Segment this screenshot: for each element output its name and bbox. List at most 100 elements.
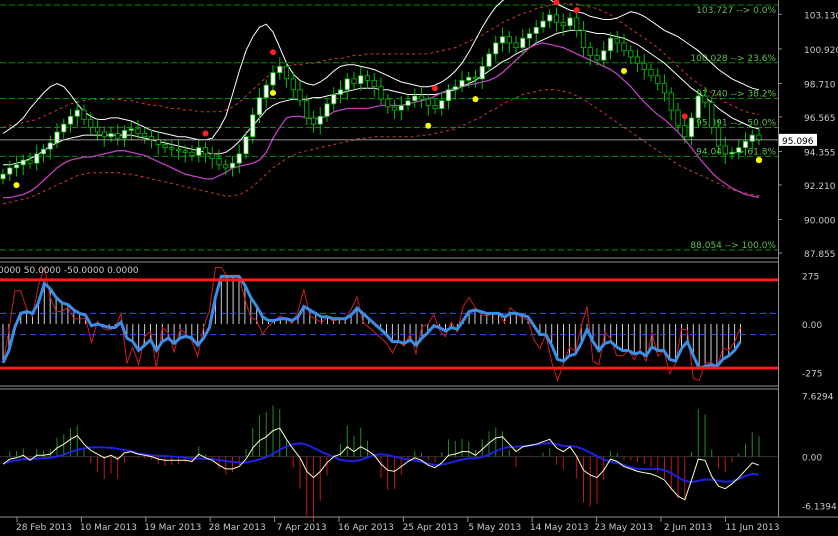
bull-candle: [452, 86, 458, 91]
fractal-down-marker: [621, 68, 627, 75]
bull-candle: [736, 147, 742, 153]
bull-candle: [20, 159, 26, 166]
fractal-up-marker: [202, 130, 209, 137]
bear-candle: [351, 78, 357, 84]
bull-candle: [13, 164, 20, 169]
time-axis-label: 28 Feb 2013: [16, 523, 72, 533]
bull-candle: [196, 147, 202, 156]
bull-candle: [0, 173, 6, 180]
bull-candle: [270, 72, 276, 86]
bull-candle: [742, 140, 749, 149]
bear-candle: [88, 119, 94, 128]
bear-candle: [661, 83, 668, 94]
bull-candle: [40, 148, 47, 155]
bull-candle: [749, 134, 755, 142]
bear-candle: [101, 131, 107, 138]
bull-candle: [236, 153, 242, 164]
cci-header: 0000 50.0000 -50.0000 0.0000: [0, 266, 139, 276]
bear-candle: [148, 136, 155, 141]
fractal-down-marker: [472, 96, 479, 103]
bull-candle: [358, 75, 364, 84]
bear-candle: [385, 98, 391, 108]
oscillator-axis-label: 0.00: [802, 454, 822, 464]
bull-candle: [486, 53, 492, 67]
time-axis-label: 10 Mar 2013: [80, 523, 137, 533]
bull-candle: [243, 136, 249, 155]
fractal-down-marker: [425, 122, 432, 129]
time-axis-label: 19 Mar 2013: [144, 523, 201, 533]
cci-axis-label: 275: [802, 272, 819, 282]
bull-candle: [317, 115, 323, 125]
bull-candle: [128, 128, 134, 131]
bull-candle: [324, 103, 330, 117]
bull-candle: [398, 105, 404, 111]
bull-candle: [74, 109, 80, 117]
bull-candle: [466, 76, 472, 81]
bull-candle: [67, 115, 74, 125]
bull-candle: [439, 100, 445, 109]
bear-candle: [27, 159, 33, 164]
time-axis-label: 11 Jun 2013: [725, 523, 779, 533]
fractal-down-marker: [270, 89, 276, 96]
bear-candle: [553, 14, 560, 24]
bull-candle: [277, 65, 283, 74]
bull-candle: [479, 65, 485, 80]
oscillator-axis-label: 7.6294: [802, 393, 834, 403]
fractal-down-marker: [13, 182, 20, 189]
bear-candle: [621, 42, 627, 52]
bear-candle: [216, 158, 222, 166]
bull-candle: [108, 133, 114, 138]
price-axis-label: 100.920: [804, 46, 838, 56]
bull-candle: [331, 94, 337, 105]
time-axis-label: 16 Apr 2013: [338, 523, 394, 533]
fib-level-label: 88.054 --> 100.0%: [690, 241, 776, 251]
bear-candle: [709, 101, 715, 128]
bear-candle: [702, 95, 708, 103]
fib-level-label: 103.727 --> 0.0%: [696, 6, 776, 16]
bear-candle: [614, 37, 620, 44]
price-axis-label: 98.710: [804, 80, 836, 90]
bear-candle: [634, 56, 641, 64]
bull-candle: [567, 17, 573, 27]
bear-candle: [378, 86, 384, 100]
price-axis-label: 90.000: [804, 216, 836, 226]
chart-canvas: 103.727 --> 0.0%100.028 --> 23.6%97.740 …: [0, 0, 838, 536]
bull-candle: [520, 37, 526, 49]
fractal-down-marker: [756, 157, 762, 164]
bull-candle: [499, 36, 506, 44]
bear-candle: [169, 147, 175, 150]
bear-candle: [223, 164, 229, 169]
bull-candle: [547, 14, 553, 22]
price-axis-label: 87.855: [804, 250, 836, 260]
price-axis-label: 92.210: [804, 182, 836, 192]
bear-candle: [682, 125, 688, 138]
bull-candle: [729, 151, 735, 155]
bear-candle: [115, 133, 121, 139]
bear-candle: [310, 117, 317, 125]
bear-candle: [418, 95, 425, 100]
bear-candle: [81, 109, 87, 120]
time-axis-label: 23 May 2013: [594, 523, 653, 533]
bull-candle: [526, 33, 533, 39]
bull-candle: [459, 80, 465, 88]
bull-candle: [54, 131, 60, 144]
bear-candle: [648, 69, 654, 77]
bull-candle: [121, 130, 128, 139]
bull-candle: [229, 162, 236, 169]
bear-candle: [722, 145, 728, 155]
bear-candle: [715, 126, 722, 147]
bull-candle: [344, 78, 350, 91]
bear-candle: [283, 65, 290, 80]
bear-candle: [580, 30, 587, 49]
fractal-up-marker: [573, 7, 580, 14]
price-axis-label: 96.565: [804, 114, 836, 124]
bear-candle: [142, 133, 148, 138]
bull-candle: [34, 153, 40, 164]
bear-candle: [756, 134, 762, 141]
bear-candle: [371, 80, 377, 88]
bear-candle: [655, 75, 661, 84]
bull-candle: [412, 95, 418, 102]
oscillator-axis-label: -6.1394: [802, 503, 837, 513]
bear-candle: [574, 17, 580, 31]
bull-candle: [533, 26, 539, 34]
